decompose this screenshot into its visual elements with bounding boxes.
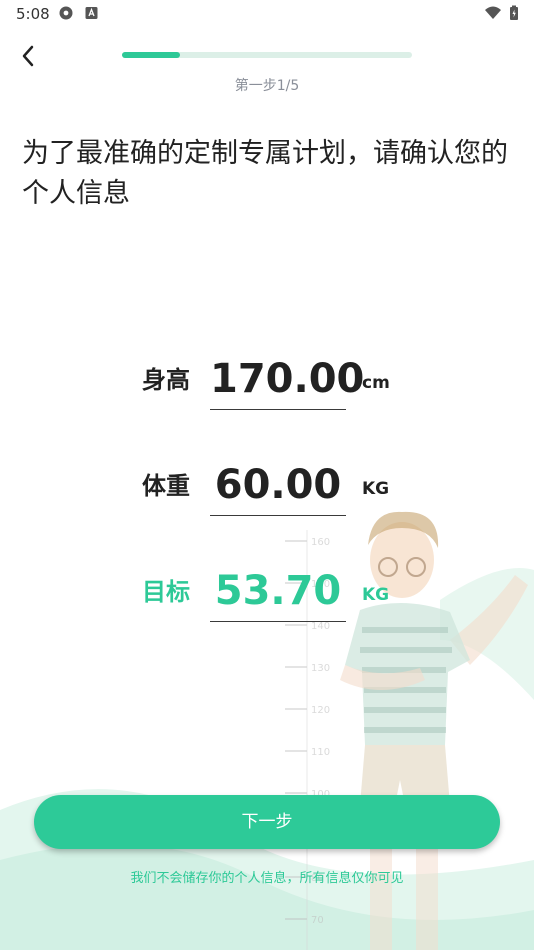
ruler-tick-label: 70 xyxy=(311,915,324,926)
field-value[interactable]: 60.00 xyxy=(210,460,346,510)
field-row: 体重 60.00 KG xyxy=(0,462,534,536)
back-arrow-icon[interactable] xyxy=(14,40,46,72)
field-unit: cm xyxy=(362,373,390,393)
field-value[interactable]: 170.00 xyxy=(210,354,364,404)
ruler-tick-label: 120 xyxy=(311,705,330,716)
wifi-icon xyxy=(485,6,501,19)
field-unit: KG xyxy=(362,479,390,499)
field-label: 目标 xyxy=(142,578,190,606)
field-row: 身高 170.00 cm xyxy=(0,356,534,430)
field-label: 身高 xyxy=(142,366,190,394)
step-indicator: 第一步1/5 xyxy=(234,78,300,94)
field-underline xyxy=(210,515,346,516)
field-label: 体重 xyxy=(142,472,190,500)
page-title: 为了最准确的定制专属计划，请确认您的个人信息 xyxy=(22,138,508,209)
gear-icon xyxy=(59,6,73,20)
next-step-button[interactable]: 下一步 xyxy=(34,795,500,849)
ruler-tick-label: 160 xyxy=(311,537,330,548)
progress-fill xyxy=(122,52,180,58)
field-row: 目标 53.70 KG xyxy=(0,568,534,642)
field-underline xyxy=(210,409,346,410)
privacy-note: 我们不会储存你的个人信息，所有信息仅你可见 xyxy=(130,871,404,886)
status-time: 5:08 xyxy=(16,5,50,23)
field-value[interactable]: 53.70 xyxy=(210,566,346,616)
status-bar: 5:08 xyxy=(0,0,534,28)
a-badge-icon xyxy=(85,7,98,19)
field-unit: KG xyxy=(362,585,390,605)
field-underline xyxy=(210,621,346,622)
ruler-tick-label: 130 xyxy=(311,663,330,674)
ruler-tick-label: 110 xyxy=(311,747,330,758)
battery-icon xyxy=(510,5,518,20)
progress-bar xyxy=(122,52,412,58)
